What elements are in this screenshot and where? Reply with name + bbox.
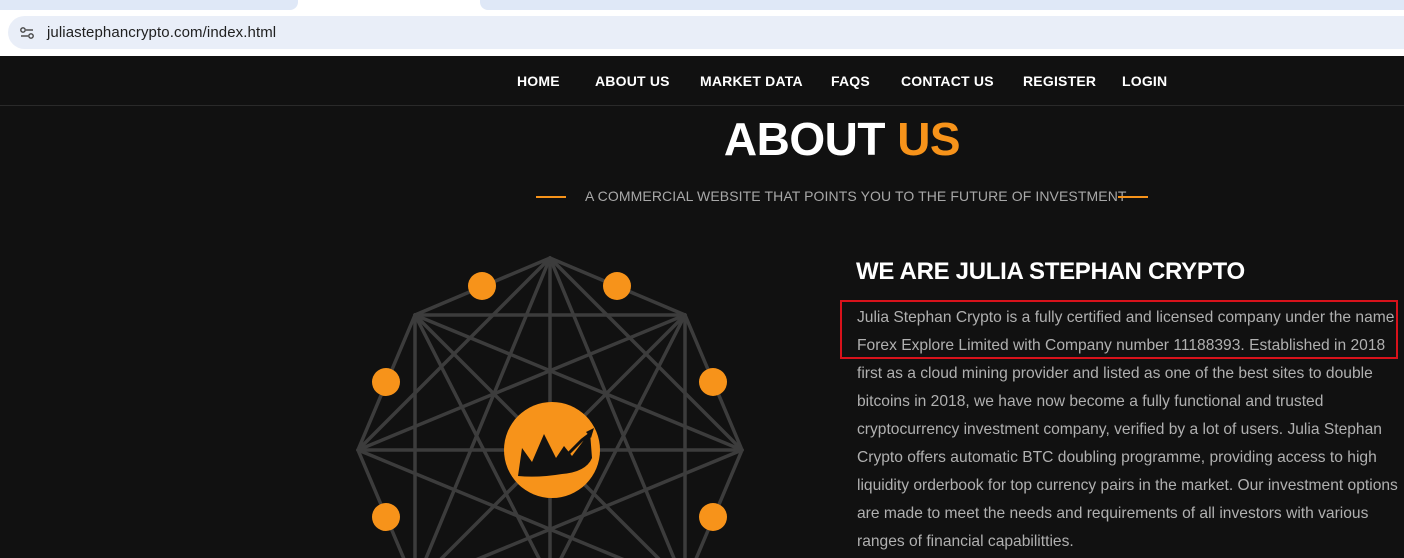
nav-market-data[interactable]: MARKET DATA — [700, 73, 803, 89]
page-title: ABOUT US — [0, 114, 1404, 164]
nav-register[interactable]: REGISTER — [1023, 73, 1096, 89]
content-heading: WE ARE JULIA STEPHAN CRYPTO — [856, 258, 1245, 285]
highlight-annotation-box — [840, 300, 1398, 359]
subtitle-divider-right — [1118, 196, 1148, 198]
nav-home[interactable]: HOME — [517, 73, 560, 89]
page-title-accent: US — [897, 113, 961, 165]
tab-strip — [0, 0, 1404, 10]
nav-contact-us[interactable]: CONTACT US — [901, 73, 994, 89]
browser-tab[interactable] — [480, 0, 1404, 10]
subtitle: A COMMERCIAL WEBSITE THAT POINTS YOU TO … — [585, 188, 1127, 204]
subtitle-row: A COMMERCIAL WEBSITE THAT POINTS YOU TO … — [536, 186, 1148, 206]
browser-chrome: juliastephancrypto.com/index.html — [0, 0, 1404, 56]
nav-faqs[interactable]: FAQS — [831, 73, 870, 89]
browser-tab[interactable] — [0, 0, 298, 10]
crypto-network-logo-icon — [356, 256, 744, 558]
site-settings-icon[interactable] — [18, 24, 36, 42]
subtitle-divider-left — [536, 196, 566, 198]
nav-about-us[interactable]: ABOUT US — [595, 73, 670, 89]
url-text[interactable]: juliastephancrypto.com/index.html — [47, 23, 276, 43]
page-title-main: ABOUT — [723, 113, 886, 165]
top-nav: HOME ABOUT US MARKET DATA FAQS CONTACT U… — [0, 56, 1404, 106]
chart-crown-icon — [504, 402, 600, 498]
nav-login[interactable]: LOGIN — [1122, 73, 1167, 89]
